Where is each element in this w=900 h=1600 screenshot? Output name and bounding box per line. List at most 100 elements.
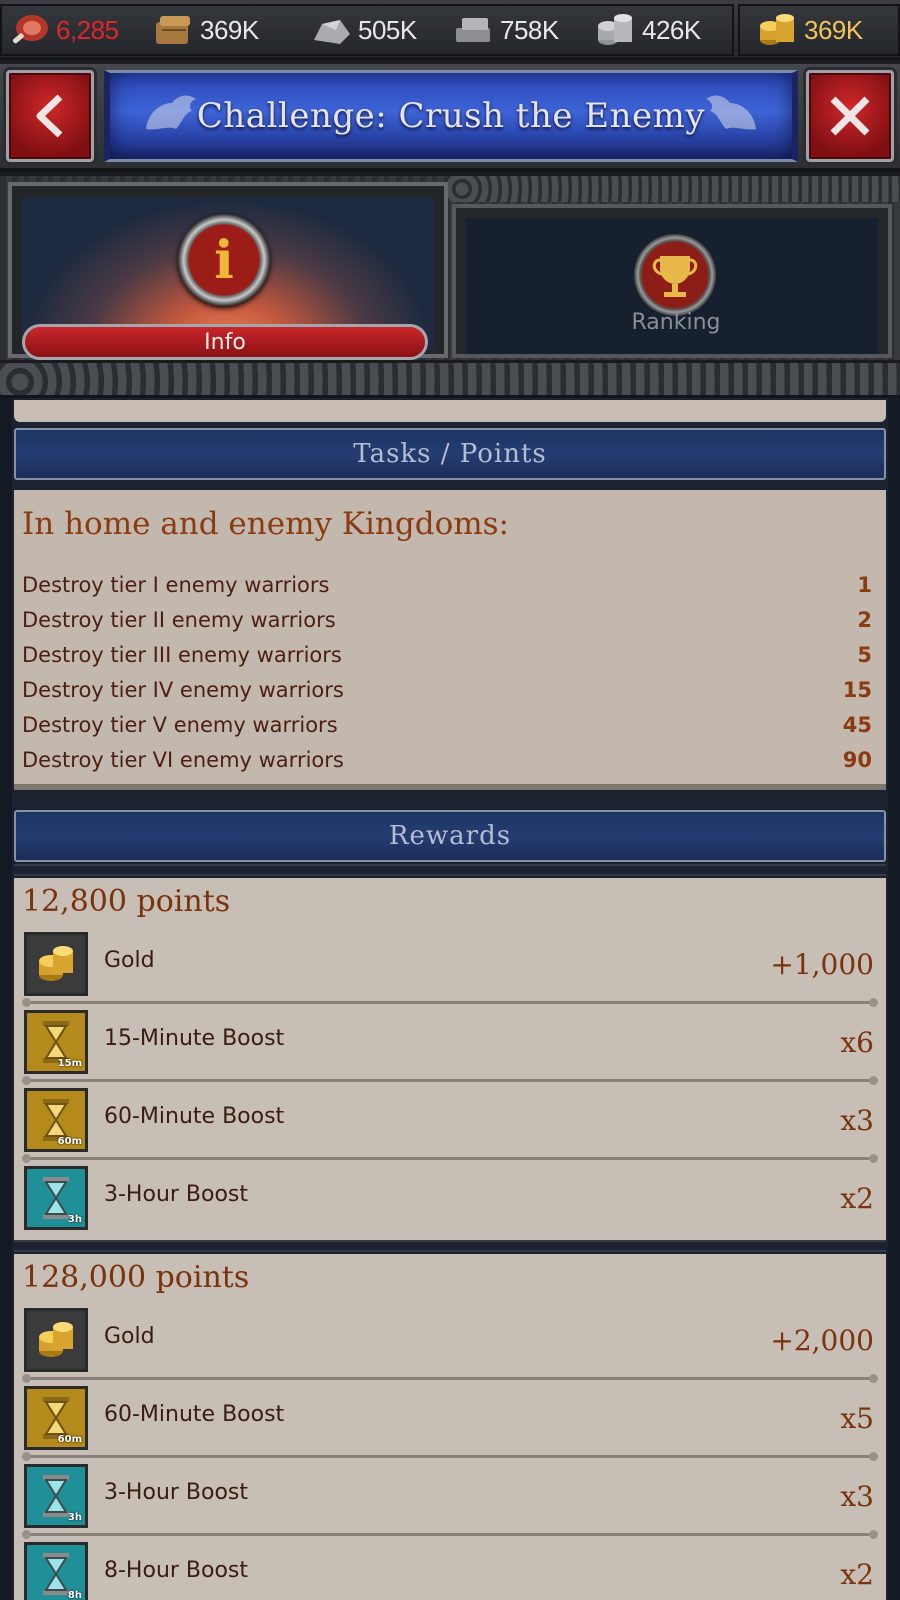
- task-label: Destroy tier I enemy warriors: [22, 573, 330, 597]
- parchment-edge: [14, 400, 886, 422]
- divider: [14, 1240, 886, 1252]
- resource-gold[interactable]: 369K: [756, 8, 863, 52]
- divider: [14, 864, 886, 876]
- tasks-section-header: Tasks / Points: [14, 428, 886, 480]
- chain-border: [448, 176, 900, 202]
- close-button[interactable]: [806, 70, 894, 162]
- task-label: Destroy tier VI enemy warriors: [22, 748, 344, 772]
- resource-silver[interactable]: 426K: [594, 8, 701, 52]
- info-icon: i: [178, 214, 270, 306]
- boost-duration-badge: 60m: [57, 1434, 82, 1445]
- task-row: Destroy tier V enemy warriors 45: [22, 708, 872, 742]
- reward-amount: x2: [840, 1558, 874, 1591]
- tab-info-label[interactable]: Info: [22, 324, 428, 360]
- food-value: 6,285: [56, 14, 119, 45]
- tab-label: Info: [204, 329, 246, 355]
- hourglass-teal-icon: 8h: [24, 1542, 88, 1600]
- task-row: Destroy tier VI enemy warriors 90: [22, 743, 872, 777]
- reward-tier: 12,800 points Gold +1,000 15m 15-Minute …: [14, 878, 886, 1240]
- reward-name: 60-Minute Boost: [104, 1104, 285, 1129]
- svg-text:i: i: [214, 230, 234, 291]
- reward-name: 15-Minute Boost: [104, 1026, 285, 1051]
- reward-item: 3h 3-Hour Boost x2: [24, 1160, 876, 1238]
- boost-duration-badge: 3h: [67, 1512, 82, 1523]
- resource-wood[interactable]: 369K: [152, 8, 259, 52]
- chain-divider: [0, 360, 900, 398]
- hourglass-gold-icon: 60m: [24, 1386, 88, 1450]
- page-title: Challenge: Crush the Enemy: [196, 96, 706, 136]
- reward-amount: x3: [840, 1104, 874, 1137]
- resource-food[interactable]: 6,285: [8, 8, 119, 52]
- wood-value: 369K: [200, 14, 259, 45]
- reward-item: 15m 15-Minute Boost x6: [22, 1004, 878, 1085]
- task-points: 90: [842, 748, 872, 772]
- resource-bar: 6,285 369K 505K 758K 426K 369K: [0, 0, 900, 60]
- reward-amount: +1,000: [770, 948, 874, 981]
- resource-stone[interactable]: 505K: [310, 8, 417, 52]
- reward-amount: x5: [840, 1402, 874, 1435]
- task-points: 45: [842, 713, 872, 737]
- reward-tier-points: 12,800 points: [22, 884, 231, 919]
- task-label: Destroy tier III enemy warriors: [22, 643, 342, 667]
- reward-amount: x3: [840, 1480, 874, 1513]
- task-row: Destroy tier I enemy warriors 1: [22, 568, 872, 602]
- gold-value: 369K: [804, 14, 863, 45]
- stone-icon: [310, 10, 352, 50]
- hourglass-teal-icon: 3h: [24, 1166, 88, 1230]
- reward-tier: 128,000 points Gold +2,000 60m 60-Minute…: [14, 1254, 886, 1600]
- task-row: Destroy tier II enemy warriors 2: [22, 603, 872, 637]
- lion-emblem-icon: [706, 95, 756, 130]
- section-title: Tasks / Points: [353, 439, 547, 469]
- trophy-icon: [634, 234, 716, 316]
- gold-coins-icon: [756, 10, 798, 50]
- lion-emblem-icon: [146, 95, 196, 130]
- gold-coins-icon: [24, 932, 88, 996]
- reward-name: Gold: [104, 948, 155, 973]
- boost-duration-badge: 8h: [67, 1590, 82, 1600]
- reward-item: 8h 8-Hour Boost x2: [24, 1536, 876, 1600]
- task-label: Destroy tier II enemy warriors: [22, 608, 336, 632]
- reward-item: 60m 60-Minute Boost x3: [22, 1082, 878, 1163]
- task-label: Destroy tier V enemy warriors: [22, 713, 338, 737]
- task-label: Destroy tier IV enemy warriors: [22, 678, 344, 702]
- silver-value: 426K: [642, 14, 701, 45]
- reward-amount: x6: [840, 1026, 874, 1059]
- close-icon: [830, 96, 870, 136]
- tasks-panel: In home and enemy Kingdoms: Destroy tier…: [14, 490, 886, 790]
- iron-value: 758K: [500, 14, 559, 45]
- section-title: Rewards: [388, 821, 512, 851]
- boost-duration-badge: 15m: [57, 1058, 82, 1069]
- resource-iron[interactable]: 758K: [452, 8, 559, 52]
- title-banner: Challenge: Crush the Enemy: [104, 70, 798, 162]
- back-button[interactable]: [6, 70, 94, 162]
- tab-ranking-label[interactable]: Ranking: [612, 310, 740, 335]
- silver-icon: [594, 10, 636, 50]
- reward-item: 3h 3-Hour Boost x3: [22, 1458, 878, 1539]
- reward-tier-points: 128,000 points: [22, 1260, 250, 1295]
- hourglass-teal-icon: 3h: [24, 1464, 88, 1528]
- reward-name: 3-Hour Boost: [104, 1182, 249, 1207]
- wood-icon: [152, 10, 194, 50]
- chevron-left-icon: [36, 94, 63, 138]
- reward-item: 60m 60-Minute Boost x5: [22, 1380, 878, 1461]
- boost-duration-badge: 3h: [67, 1214, 82, 1225]
- tasks-heading: In home and enemy Kingdoms:: [22, 506, 509, 542]
- task-points: 5: [857, 643, 872, 667]
- reward-name: 3-Hour Boost: [104, 1480, 249, 1505]
- task-row: Destroy tier III enemy warriors 5: [22, 638, 872, 672]
- iron-icon: [452, 10, 494, 50]
- reward-amount: x2: [840, 1182, 874, 1215]
- gold-coins-icon: [24, 1308, 88, 1372]
- reward-name: 60-Minute Boost: [104, 1402, 285, 1427]
- task-points: 2: [857, 608, 872, 632]
- reward-item: Gold +2,000: [22, 1302, 878, 1383]
- reward-amount: +2,000: [770, 1324, 874, 1357]
- hourglass-gold-icon: 60m: [24, 1088, 88, 1152]
- task-row: Destroy tier IV enemy warriors 15: [22, 673, 872, 707]
- hourglass-gold-icon: 15m: [24, 1010, 88, 1074]
- meat-icon: [8, 10, 50, 50]
- reward-item: Gold +1,000: [22, 926, 878, 1007]
- reward-name: 8-Hour Boost: [104, 1558, 249, 1583]
- task-points: 1: [857, 573, 872, 597]
- boost-duration-badge: 60m: [57, 1136, 82, 1147]
